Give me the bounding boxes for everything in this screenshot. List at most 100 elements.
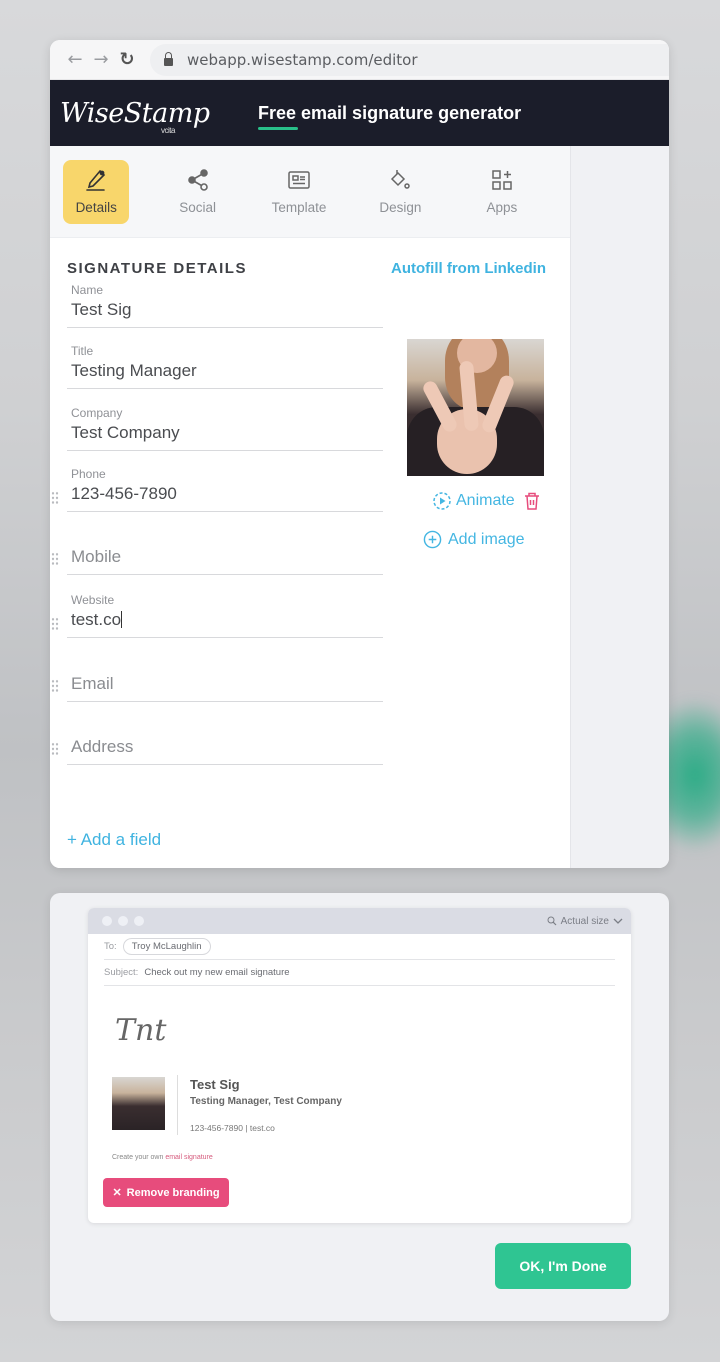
tab-apps[interactable]: Apps [469, 160, 535, 224]
name-field[interactable]: Name Test Sig [67, 283, 383, 328]
animate-button[interactable]: Animate [456, 492, 515, 510]
paint-bucket-icon [391, 170, 411, 189]
forward-arrow-icon[interactable]: → [88, 49, 114, 70]
logo-subtext: vcita [161, 125, 175, 135]
drag-handle-icon[interactable] [51, 742, 59, 756]
field-value: test.co [71, 610, 122, 629]
window-dot [134, 916, 144, 926]
mobile-field[interactable]: Mobile [51, 547, 383, 575]
editor-panel: Details Social Template Design Apps SIGN… [50, 146, 570, 868]
drag-handle-icon[interactable] [51, 679, 59, 693]
signature-contact: 123-456-7890 | test.co [190, 1123, 275, 1133]
tab-label: Template [271, 200, 327, 215]
handwritten-signature: Tnt [115, 1013, 167, 1048]
back-arrow-icon[interactable]: ← [62, 49, 88, 70]
field-label: Name [71, 283, 104, 297]
field-label: Website [71, 593, 115, 607]
editor-card: ← → ↻ webapp.wisestamp.com/editor WiseSt… [50, 40, 669, 868]
autofill-linkedin-link[interactable]: Autofill from Linkedin [391, 260, 546, 277]
url-text: webapp.wisestamp.com/editor [187, 50, 418, 69]
text-caret [121, 611, 123, 628]
preview-card: Actual size To: Troy McLaughlin Subject:… [50, 893, 669, 1321]
email-preview-window: Actual size To: Troy McLaughlin Subject:… [88, 908, 631, 1223]
pencil-icon [86, 169, 106, 191]
signature-name: Test Sig [190, 1077, 240, 1092]
field-value: Test Company [71, 423, 180, 442]
email-titlebar: Actual size [88, 908, 631, 934]
window-dot [118, 916, 128, 926]
remove-branding-label: Remove branding [126, 1186, 220, 1199]
profile-photo[interactable] [407, 339, 544, 476]
browser-toolbar: ← → ↻ webapp.wisestamp.com/editor [50, 40, 669, 80]
editor-tabs: Details Social Template Design Apps [50, 146, 570, 238]
subject-value: Check out my new email signature [144, 967, 290, 978]
window-dot [102, 916, 112, 926]
logo-text: WiseStamp [60, 97, 210, 129]
animate-row: Animate [432, 491, 541, 511]
recipient-chip: Troy McLaughlin [122, 938, 211, 955]
tab-template[interactable]: Template [266, 160, 332, 224]
zoom-label: Actual size [560, 915, 609, 927]
trash-icon[interactable] [523, 491, 541, 511]
lock-icon [164, 51, 173, 66]
section-title: SIGNATURE DETAILS [67, 260, 247, 277]
field-placeholder: Address [71, 737, 134, 756]
title-field[interactable]: Title Testing Manager [67, 344, 383, 389]
tab-label: Details [75, 200, 117, 215]
website-field[interactable]: Website test.co [51, 593, 383, 638]
signature-title: Testing Manager, Test Company [190, 1096, 342, 1107]
drag-handle-icon[interactable] [51, 552, 59, 566]
animate-play-icon[interactable] [432, 491, 452, 511]
drag-handle-icon[interactable] [51, 617, 59, 631]
add-image-button[interactable]: Add image [423, 530, 525, 549]
field-value: Testing Manager [71, 361, 197, 380]
header-tagline: Free email signature generator [258, 102, 522, 130]
field-placeholder: Mobile [71, 547, 122, 566]
company-field[interactable]: Company Test Company [67, 406, 383, 451]
branding-text: Create your own email signature [112, 1154, 213, 1161]
field-value: Test Sig [71, 300, 132, 319]
field-value: 123-456-7890 [71, 484, 177, 503]
branding-prefix: Create your own [112, 1154, 166, 1161]
add-image-label: Add image [448, 530, 525, 548]
signature-photo [112, 1077, 165, 1130]
done-button[interactable]: OK, I'm Done [495, 1243, 631, 1289]
tab-label: Apps [486, 200, 518, 215]
zoom-magnifier-icon [547, 916, 557, 926]
close-x-icon: ✕ [112, 1187, 122, 1199]
wisestamp-logo[interactable]: WiseStamp vcita [60, 97, 250, 135]
tab-design[interactable]: Design [367, 160, 433, 224]
subject-label: Subject: [104, 967, 139, 978]
subject-row: Subject: Check out my new email signatur… [104, 960, 615, 986]
to-label: To: [104, 941, 117, 952]
tab-social[interactable]: Social [164, 160, 230, 224]
zoom-dropdown[interactable]: Actual size [547, 916, 623, 927]
tagline-underline [258, 126, 298, 130]
field-label: Title [71, 344, 94, 358]
reload-icon[interactable]: ↻ [114, 49, 140, 70]
field-label: Phone [71, 467, 106, 481]
share-icon [187, 169, 208, 191]
plus-circle-icon [423, 530, 442, 549]
phone-field[interactable]: Phone 123-456-7890 [51, 467, 383, 512]
branding-link[interactable]: email signature [165, 1154, 212, 1161]
drag-handle-icon[interactable] [51, 491, 59, 505]
field-value-wrap: test.co [67, 610, 383, 637]
remove-branding-button[interactable]: ✕ Remove branding [103, 1178, 229, 1207]
address-field[interactable]: Address [51, 737, 383, 765]
field-label: Company [71, 406, 123, 420]
chevron-down-icon [613, 918, 623, 924]
tab-label: Design [379, 200, 422, 215]
add-field-button[interactable]: + Add a field [67, 830, 161, 850]
address-bar[interactable]: webapp.wisestamp.com/editor [150, 43, 669, 76]
email-field[interactable]: Email [51, 674, 383, 702]
tagline-rest: email signature generator [296, 102, 522, 123]
tab-details[interactable]: Details [63, 159, 130, 224]
to-row: To: Troy McLaughlin [104, 934, 615, 960]
preview-side-panel [570, 146, 669, 868]
app-header: WiseStamp vcita Free email signature gen… [50, 80, 669, 146]
signature-divider [177, 1075, 178, 1135]
field-placeholder: Email [71, 674, 114, 693]
apps-grid-plus-icon [492, 170, 512, 190]
template-card-icon [288, 171, 310, 189]
